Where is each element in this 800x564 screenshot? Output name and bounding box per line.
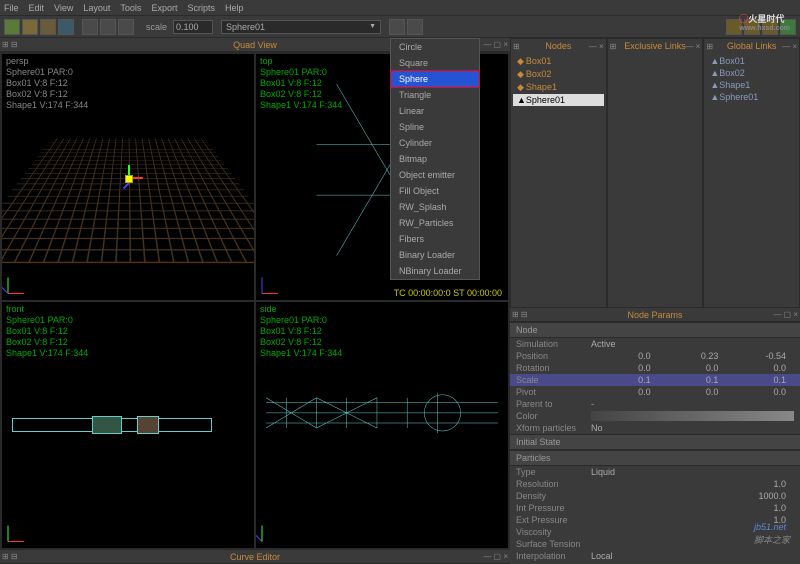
link-item[interactable]: ▲Sphere01: [706, 91, 797, 103]
param-pivot[interactable]: Pivot0.00.00.0: [510, 386, 800, 398]
menu-cylinder[interactable]: Cylinder: [391, 135, 479, 151]
emitter-context-menu: Circle Square Sphere Triangle Linear Spl…: [390, 38, 480, 280]
menu-bar: File Edit View Layout Tools Export Scrip…: [0, 0, 800, 16]
node-item-selected[interactable]: ▲Sphere01: [513, 94, 604, 106]
section-initial[interactable]: Initial State: [510, 434, 800, 450]
param-position[interactable]: Position0.00.23-0.54: [510, 350, 800, 362]
tool-button-7[interactable]: [118, 19, 134, 35]
menu-linear[interactable]: Linear: [391, 103, 479, 119]
menu-tools[interactable]: Tools: [120, 3, 141, 13]
object-dropdown[interactable]: Sphere01▼: [221, 20, 381, 34]
section-node[interactable]: Node: [510, 322, 800, 338]
menu-nbinary-loader[interactable]: NBinary Loader: [391, 263, 479, 279]
exclusive-links-panel: ⊞Exclusive Links— ×: [607, 38, 704, 308]
menu-layout[interactable]: Layout: [83, 3, 110, 13]
scale-input[interactable]: 0.100: [173, 20, 213, 34]
menu-bitmap[interactable]: Bitmap: [391, 151, 479, 167]
tool-button-9[interactable]: [407, 19, 423, 35]
menu-fill-object[interactable]: Fill Object: [391, 183, 479, 199]
tool-button-5[interactable]: [82, 19, 98, 35]
nodes-panel: ⊞Nodes— × ◆Box01 ◆Box02 ◆Shape1 ▲Sphere0…: [510, 38, 607, 308]
menu-rw-particles[interactable]: RW_Particles: [391, 215, 479, 231]
menu-spline[interactable]: Spline: [391, 119, 479, 135]
menu-binary-loader[interactable]: Binary Loader: [391, 247, 479, 263]
node-item[interactable]: ◆Box01: [513, 55, 604, 68]
timecode: TC 00:00:00:0 ST 00:00:00: [394, 288, 502, 298]
tool-button-4[interactable]: [58, 19, 74, 35]
scale-label: scale: [146, 22, 167, 32]
toolbar: scale 0.100 Sphere01▼: [0, 16, 800, 38]
tool-button-2[interactable]: [22, 19, 38, 35]
tool-button-6[interactable]: [100, 19, 116, 35]
viewport-front[interactable]: front Sphere01 PAR:0 Box01 V:8 F:12 Box0…: [2, 302, 254, 548]
link-item[interactable]: ▲Box02: [706, 67, 797, 79]
node-item[interactable]: ◆Box02: [513, 68, 604, 81]
link-item[interactable]: ▲Box01: [706, 55, 797, 67]
param-color[interactable]: Color: [510, 410, 800, 422]
tool-button-3[interactable]: [40, 19, 56, 35]
chevron-down-icon: ▼: [369, 23, 376, 30]
param-intpressure[interactable]: Int Pressure1.0: [510, 502, 800, 514]
curve-editor-title[interactable]: ⊞ ⊟ Curve Editor — ▢ ×: [0, 550, 510, 564]
menu-fibers[interactable]: Fibers: [391, 231, 479, 247]
global-links-panel: ⊞Global Links— × ▲Box01 ▲Box02 ▲Shape1 ▲…: [703, 38, 800, 308]
section-particles[interactable]: Particles: [510, 450, 800, 466]
param-rotation[interactable]: Rotation0.00.00.0: [510, 362, 800, 374]
menu-view[interactable]: View: [54, 3, 73, 13]
watermark-footer: jb51.net脚本之家: [754, 521, 790, 546]
param-type[interactable]: TypeLiquid: [510, 466, 800, 478]
viewport-persp[interactable]: persp Sphere01 PAR:0 Box01 V:8 F:12 Box0…: [2, 54, 254, 300]
menu-sphere[interactable]: Sphere: [391, 71, 479, 87]
menu-rw-splash[interactable]: RW_Splash: [391, 199, 479, 215]
menu-object-emitter[interactable]: Object emitter: [391, 167, 479, 183]
param-parent[interactable]: Parent to-: [510, 398, 800, 410]
menu-scripts[interactable]: Scripts: [187, 3, 215, 13]
watermark-logo: ◯火星时代www.hxsd.com: [739, 10, 790, 32]
menu-triangle[interactable]: Triangle: [391, 87, 479, 103]
param-scale[interactable]: Scale0.10.10.1: [510, 374, 800, 386]
link-item[interactable]: ▲Shape1: [706, 79, 797, 91]
menu-help[interactable]: Help: [225, 3, 244, 13]
viewport-side[interactable]: side Sphere01 PAR:0 Box01 V:8 F:12 Box02…: [256, 302, 508, 548]
param-interp[interactable]: InterpolationLocal: [510, 550, 800, 562]
menu-edit[interactable]: Edit: [29, 3, 45, 13]
node-item[interactable]: ◆Shape1: [513, 81, 604, 94]
menu-square[interactable]: Square: [391, 55, 479, 71]
menu-circle[interactable]: Circle: [391, 39, 479, 55]
tool-button-1[interactable]: [4, 19, 20, 35]
menu-export[interactable]: Export: [151, 3, 177, 13]
param-simulation[interactable]: SimulationActive: [510, 338, 800, 350]
param-density[interactable]: Density1000.0: [510, 490, 800, 502]
menu-file[interactable]: File: [4, 3, 19, 13]
param-xform[interactable]: Xform particlesNo: [510, 422, 800, 434]
param-resolution[interactable]: Resolution1.0: [510, 478, 800, 490]
tool-button-8[interactable]: [389, 19, 405, 35]
